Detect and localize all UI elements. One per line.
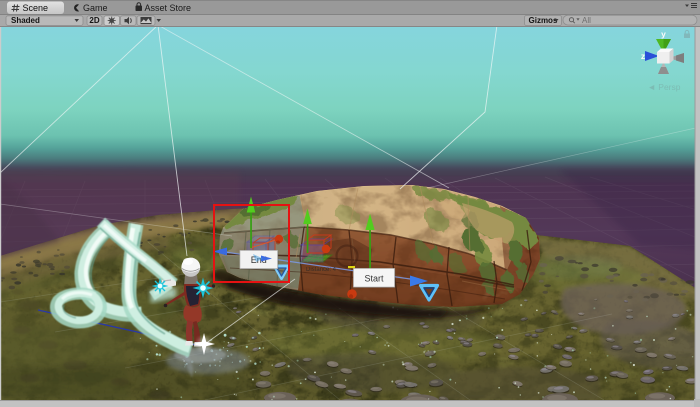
svg-text:Scene: Scene: [23, 3, 49, 13]
svg-text:Distance: 4: Distance: 4: [306, 267, 337, 273]
svg-text:Game: Game: [83, 3, 108, 13]
svg-text:All: All: [582, 16, 591, 25]
svg-text:Gizmos: Gizmos: [529, 16, 558, 25]
svg-text:Asset Store: Asset Store: [145, 3, 192, 13]
svg-text:z: z: [641, 51, 645, 61]
svg-text:Start: Start: [364, 274, 384, 284]
svg-text:y: y: [661, 29, 666, 39]
svg-text:2D: 2D: [89, 16, 99, 25]
svg-text:Shaded: Shaded: [11, 16, 40, 25]
svg-text:◄ Persp: ◄ Persp: [648, 82, 681, 92]
